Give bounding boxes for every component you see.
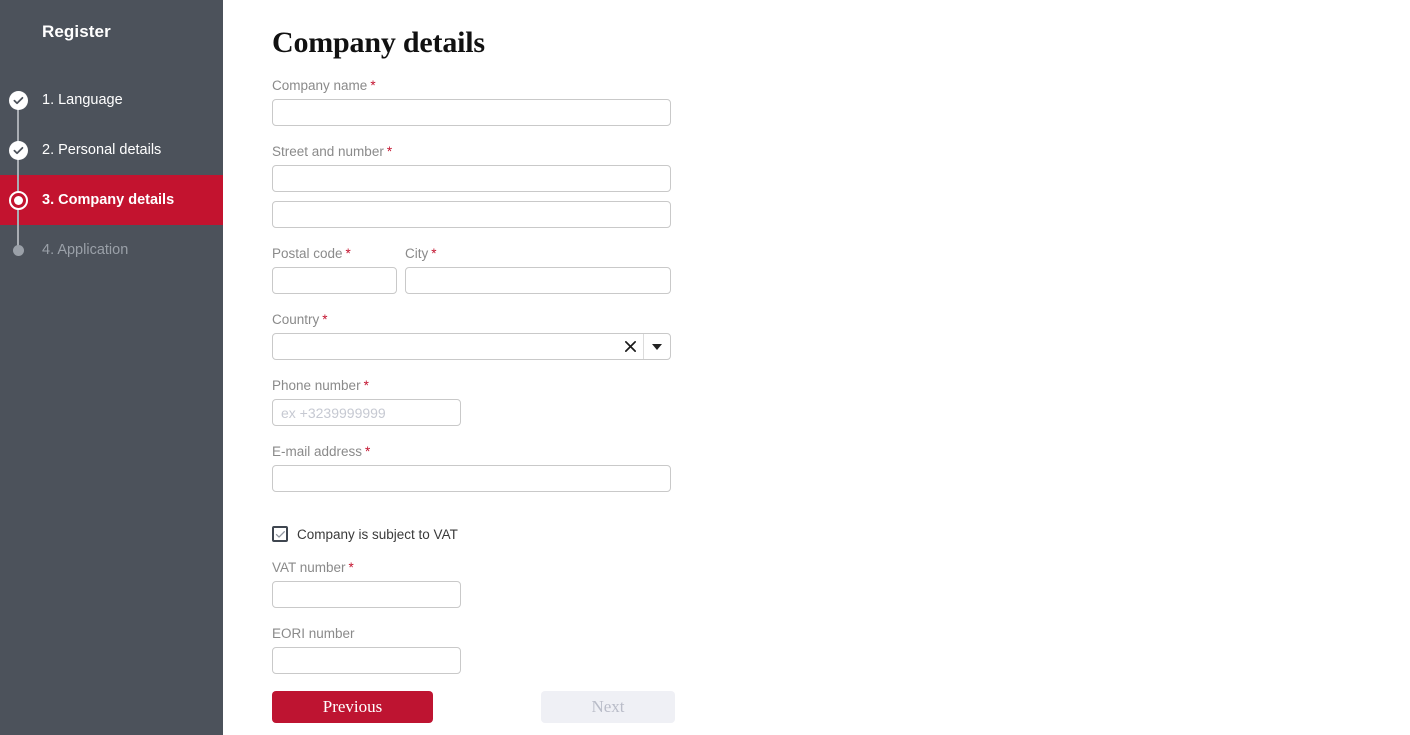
close-icon[interactable] <box>617 334 643 359</box>
field-company-name: Company name * <box>272 78 732 126</box>
field-postal-code: Postal code * <box>272 246 397 294</box>
chevron-down-icon[interactable] <box>644 334 670 359</box>
street-input[interactable] <box>272 165 671 192</box>
label-text: Postal code <box>272 246 343 261</box>
label-eori-number: EORI number <box>272 626 732 642</box>
field-eori-number: EORI number <box>272 626 732 674</box>
company-name-input[interactable] <box>272 99 671 126</box>
caret-shape <box>652 343 662 350</box>
field-vat-number: VAT number * <box>272 560 732 608</box>
sidebar-item-application[interactable]: 4. Application <box>0 225 223 275</box>
current-step-dot <box>13 195 23 205</box>
label-phone-number: Phone number * <box>272 378 732 394</box>
email-input[interactable] <box>272 465 671 492</box>
vat-checkbox-label: Company is subject to VAT <box>297 526 458 542</box>
page-title: Company details <box>272 26 485 59</box>
phone-number-input[interactable] <box>272 399 461 426</box>
step-marker-language <box>8 90 28 110</box>
postal-code-input[interactable] <box>272 267 397 294</box>
required-asterisk: * <box>345 246 351 261</box>
label-text: E-mail address <box>272 444 363 459</box>
register-wizard-page: Register 1. Language 2. Personal details… <box>0 0 1410 735</box>
company-details-form: Company details Company name * Street and… <box>272 0 732 725</box>
label-text: Company name <box>272 78 368 93</box>
street-line-2-input[interactable] <box>272 201 671 228</box>
step-list: 1. Language 2. Personal details 3. Compa… <box>0 75 223 275</box>
previous-button[interactable]: Previous <box>272 691 433 723</box>
label-company-name: Company name * <box>272 78 732 94</box>
sidebar-item-label-company-details: 3. Company details <box>42 192 175 208</box>
sidebar-item-language[interactable]: 1. Language <box>0 75 223 125</box>
required-asterisk: * <box>348 560 354 575</box>
label-text: Country <box>272 312 320 327</box>
required-asterisk: * <box>363 378 369 393</box>
sidebar-item-label-application: 4. Application <box>42 242 129 258</box>
eori-number-input[interactable] <box>272 647 461 674</box>
label-street: Street and number * <box>272 144 732 160</box>
sidebar-item-personal-details[interactable]: 2. Personal details <box>0 125 223 175</box>
check-circle-icon <box>8 140 28 160</box>
sidebar-title: Register <box>42 22 111 41</box>
check-circle-icon <box>8 90 28 110</box>
sidebar: Register 1. Language 2. Personal details… <box>0 0 223 735</box>
vat-number-input[interactable] <box>272 581 461 608</box>
field-country: Country * <box>272 312 732 360</box>
checkbox-checked-icon[interactable] <box>272 526 288 542</box>
field-phone-number: Phone number * <box>272 378 732 426</box>
field-email: E-mail address * <box>272 444 732 492</box>
pending-step-dot-icon <box>12 244 24 256</box>
field-postal-city-row: Postal code * City * <box>272 246 732 294</box>
form-actions: Previous Next <box>272 691 732 725</box>
required-asterisk: * <box>370 78 376 93</box>
required-asterisk: * <box>365 444 371 459</box>
label-country: Country * <box>272 312 732 328</box>
current-step-icon <box>8 190 28 210</box>
vat-checkbox-row[interactable]: Company is subject to VAT <box>272 526 732 542</box>
required-asterisk: * <box>386 144 393 159</box>
main-content: Company details Company name * Street and… <box>223 0 1410 735</box>
city-input[interactable] <box>405 267 671 294</box>
label-email: E-mail address * <box>272 444 732 460</box>
step-marker-application <box>8 240 28 260</box>
label-text: Street and number <box>272 144 384 159</box>
required-asterisk: * <box>322 312 328 327</box>
step-marker-company-details <box>8 190 28 210</box>
label-vat-number: VAT number * <box>272 560 732 576</box>
next-button[interactable]: Next <box>541 691 675 723</box>
label-city: City * <box>405 246 671 262</box>
label-text: City <box>405 246 429 261</box>
label-text: EORI number <box>272 626 355 641</box>
sidebar-item-label-personal-details: 2. Personal details <box>42 142 162 158</box>
label-postal-code: Postal code * <box>272 246 397 262</box>
label-text: Phone number <box>272 378 361 393</box>
sidebar-item-label-language: 1. Language <box>42 92 123 108</box>
step-marker-personal-details <box>8 140 28 160</box>
label-text: VAT number <box>272 560 346 575</box>
field-street: Street and number * <box>272 144 732 228</box>
country-select[interactable] <box>272 333 671 360</box>
required-asterisk: * <box>431 246 437 261</box>
sidebar-item-company-details[interactable]: 3. Company details <box>0 175 223 225</box>
field-city: City * <box>405 246 671 294</box>
